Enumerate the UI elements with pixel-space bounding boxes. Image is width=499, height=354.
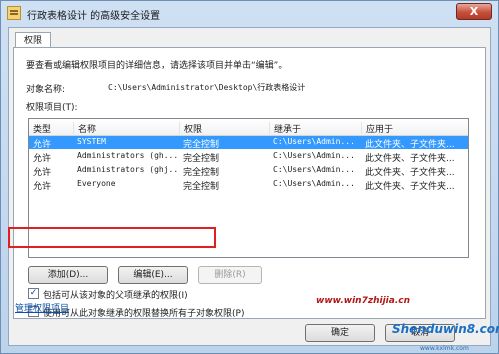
highlight-annotation bbox=[8, 227, 216, 248]
intro-text: 要查看或编辑权限项目的详细信息，请选择该项目并单击“编辑”。 bbox=[26, 61, 288, 71]
edit-button[interactable]: 编辑(E)... bbox=[118, 266, 188, 284]
dialog-body: 权限 要查看或编辑权限项目的详细信息，请选择该项目并单击“编辑”。 对象名称: … bbox=[8, 27, 491, 346]
column-applies-to[interactable]: 应用于 bbox=[361, 122, 393, 135]
row-applies: 此文件夹、子文件夹... bbox=[365, 168, 455, 178]
column-permission[interactable]: 权限 bbox=[179, 122, 202, 135]
row-name: Administrators (gh... bbox=[77, 151, 177, 160]
row-permission: 完全控制 bbox=[183, 140, 220, 150]
row-name: SYSTEM bbox=[77, 137, 106, 146]
row-inherited: C:\Users\Admin... bbox=[273, 165, 355, 174]
folder-settings-icon bbox=[7, 6, 21, 20]
remove-button[interactable]: 删除(R) bbox=[198, 266, 262, 284]
row-type: 允许 bbox=[33, 154, 52, 164]
permissions-tab-page: 要查看或编辑权限项目的详细信息，请选择该项目并单击“编辑”。 对象名称: C:\… bbox=[13, 47, 486, 319]
row-inherited: C:\Users\Admin... bbox=[273, 179, 355, 188]
column-name[interactable]: 名称 bbox=[73, 122, 96, 135]
title-bar[interactable]: 行政表格设计 的高级安全设置 X bbox=[1, 1, 498, 25]
table-row[interactable]: 允许 Administrators (ghj... 完全控制 C:\Users\… bbox=[29, 164, 468, 178]
permission-entries-label: 权限项目(T): bbox=[26, 103, 78, 113]
ok-button[interactable]: 确定 bbox=[305, 324, 375, 342]
row-type: 允许 bbox=[33, 182, 52, 192]
security-settings-window: 行政表格设计 的高级安全设置 X 权限 要查看或编辑权限项目的详细信息，请选择该… bbox=[0, 0, 499, 354]
inherit-permissions-label: 包括可从该对象的父项继承的权限(I) bbox=[43, 291, 188, 301]
row-applies: 此文件夹、子文件夹... bbox=[365, 154, 455, 164]
row-name: Everyone bbox=[77, 179, 116, 188]
watermark-brand: Shenduwin8.com bbox=[392, 322, 499, 336]
table-row[interactable]: 允许 Administrators (gh... 完全控制 C:\Users\A… bbox=[29, 150, 468, 164]
object-name-label: 对象名称: bbox=[26, 85, 66, 95]
row-type: 允许 bbox=[33, 140, 52, 150]
checkbox-checked[interactable]: ✓ bbox=[28, 288, 39, 299]
row-inherited: C:\Users\Admin... bbox=[273, 137, 355, 146]
row-applies: 此文件夹、子文件夹... bbox=[365, 182, 455, 192]
row-type: 允许 bbox=[33, 168, 52, 178]
watermark-url: www.win7zhijia.cn bbox=[316, 296, 410, 306]
table-row[interactable]: 允许 SYSTEM 完全控制 C:\Users\Admin... 此文件夹、子文… bbox=[29, 136, 468, 150]
row-inherited: C:\Users\Admin... bbox=[273, 151, 355, 160]
row-permission: 完全控制 bbox=[183, 182, 220, 192]
row-permission: 完全控制 bbox=[183, 154, 220, 164]
table-row[interactable]: 允许 Everyone 完全控制 C:\Users\Admin... 此文件夹、… bbox=[29, 178, 468, 192]
watermark-subtext: www.kxlmk.com bbox=[420, 345, 469, 352]
row-name: Administrators (ghj... bbox=[77, 165, 177, 174]
close-button[interactable]: X bbox=[456, 3, 492, 20]
replace-child-permissions-label: 使用可从此对象继承的权限替换所有子对象权限(P) bbox=[43, 309, 245, 319]
add-button[interactable]: 添加(D)... bbox=[28, 266, 108, 284]
object-name-value: C:\Users\Administrator\Desktop\行政表格设计 bbox=[108, 83, 306, 92]
row-applies: 此文件夹、子文件夹... bbox=[365, 140, 455, 150]
row-permission: 完全控制 bbox=[183, 168, 220, 178]
column-type[interactable]: 类型 bbox=[29, 122, 51, 135]
column-inherited-from[interactable]: 继承于 bbox=[269, 122, 301, 135]
list-header: 类型 名称 权限 继承于 应用于 bbox=[29, 119, 468, 136]
manage-permissions-link[interactable]: 管理权限项目 bbox=[15, 301, 69, 314]
window-title: 行政表格设计 的高级安全设置 bbox=[27, 11, 161, 22]
